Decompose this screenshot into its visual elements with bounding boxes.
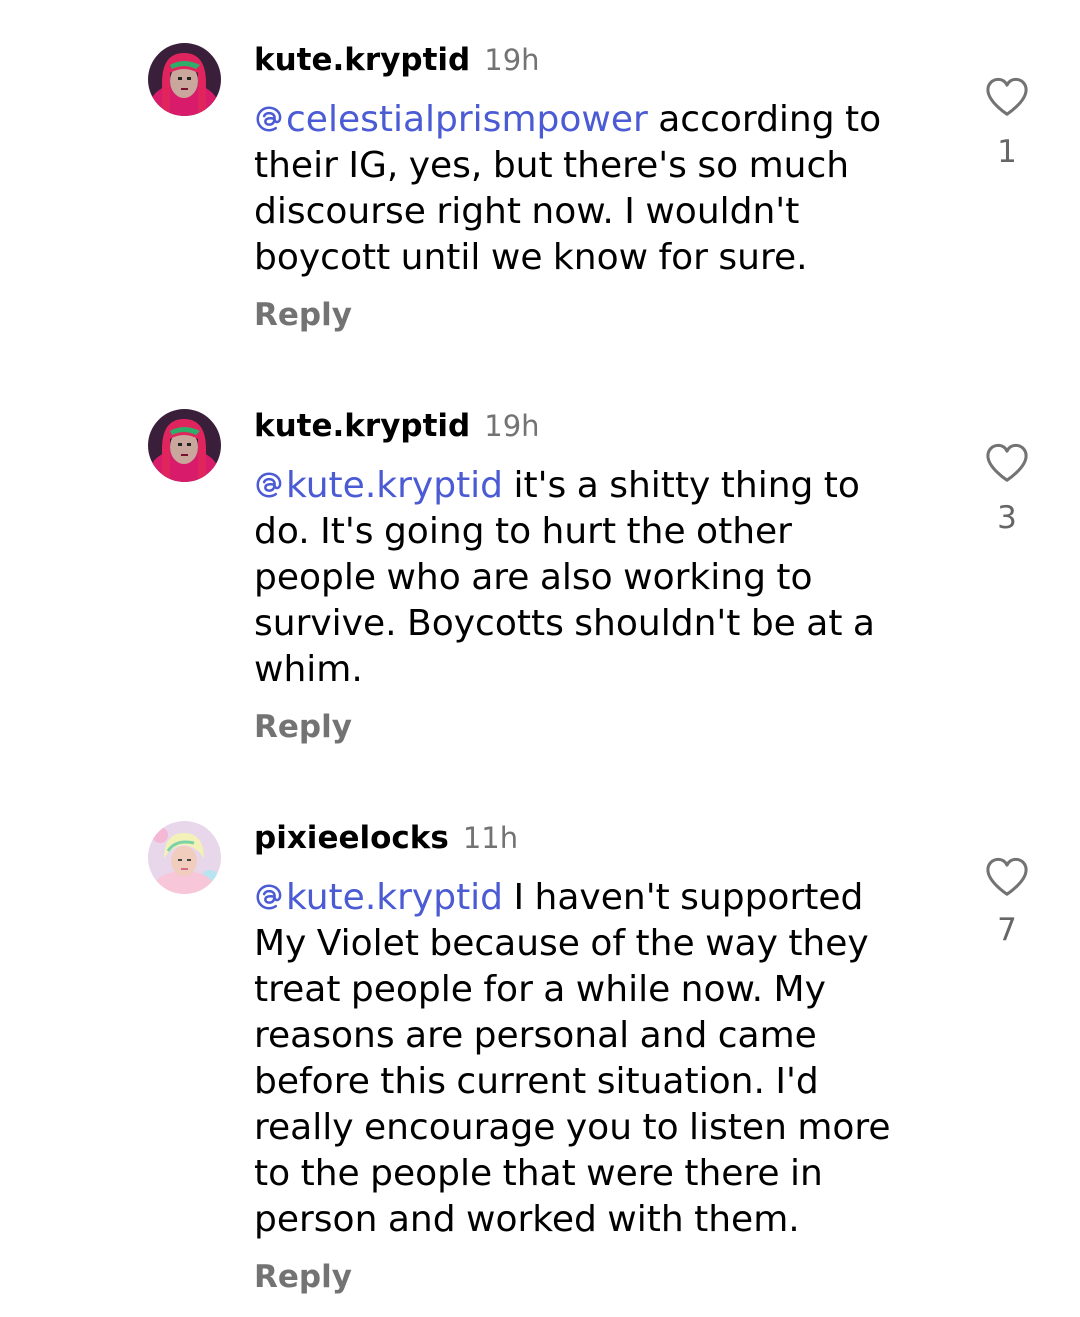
comment-text: kute.kryptid it's a shitty thing to do. … xyxy=(254,463,914,693)
username[interactable]: pixieelocks xyxy=(254,820,449,856)
reply-button[interactable]: Reply xyxy=(254,1259,352,1295)
like-count: 1 xyxy=(997,134,1017,170)
timestamp: 11h xyxy=(462,821,519,855)
mention-link[interactable]: kute.kryptid xyxy=(254,877,503,918)
comment-message: I haven't supported My Violet because of… xyxy=(254,877,891,1240)
avatar[interactable] xyxy=(148,821,221,894)
comment-header: pixieelocks 11h xyxy=(254,820,518,856)
comment-header: kute.kryptid 19h xyxy=(254,42,540,78)
username[interactable]: kute.kryptid xyxy=(254,408,470,444)
mention-handle: kute.kryptid xyxy=(286,465,504,506)
like-count: 3 xyxy=(997,500,1017,536)
mention-handle: kute.kryptid xyxy=(286,877,504,918)
reply-button[interactable]: Reply xyxy=(254,297,352,333)
threads-at-icon xyxy=(256,472,282,498)
username[interactable]: kute.kryptid xyxy=(254,42,470,78)
avatar[interactable] xyxy=(148,409,221,482)
comment-text: celestialprismpower according to their I… xyxy=(254,97,914,281)
mention-link[interactable]: celestialprismpower xyxy=(254,99,648,140)
timestamp: 19h xyxy=(484,409,540,443)
avatar-image xyxy=(148,43,221,116)
avatar-image xyxy=(148,821,221,894)
like-count: 7 xyxy=(997,912,1017,948)
mention-link[interactable]: kute.kryptid xyxy=(254,465,503,506)
reply-button[interactable]: Reply xyxy=(254,709,352,745)
heart-outline-icon[interactable] xyxy=(984,76,1030,118)
threads-at-icon xyxy=(256,884,282,910)
comment-text: kute.kryptid I haven't supported My Viol… xyxy=(254,875,914,1243)
avatar-image xyxy=(148,409,221,482)
heart-outline-icon[interactable] xyxy=(984,856,1030,898)
threads-at-icon xyxy=(256,106,282,132)
heart-outline-icon[interactable] xyxy=(984,442,1030,484)
timestamp: 19h xyxy=(484,43,540,77)
mention-handle: celestialprismpower xyxy=(286,99,648,140)
avatar[interactable] xyxy=(148,43,221,116)
comment-header: kute.kryptid 19h xyxy=(254,408,540,444)
